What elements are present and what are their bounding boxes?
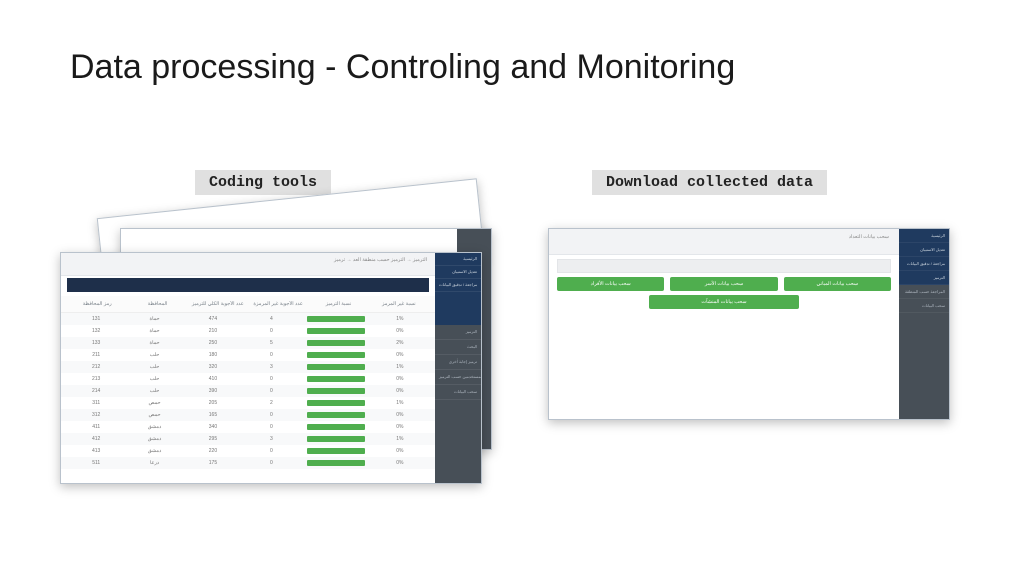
table-row: 0%0165حمص312 [61,409,435,421]
slide-title: Data processing - Controling and Monitor… [70,48,735,87]
progress-bar-cell [301,387,371,395]
coding-col-header: رمز المحافظة [67,301,127,307]
coding-panel: الرئيسيةتعديل الاستبيانمراجعة / تدقيق ال… [60,252,482,484]
progress-bar-cell [301,327,371,335]
table-row: 0%0410حلب213 [61,373,435,385]
coding-side-top-item[interactable]: تعديل الاستبيان [435,266,481,279]
label-coding-tools: Coding tools [195,170,331,195]
table-row: 1%4474حماة131 [61,313,435,325]
table-row: 1%3320حلب212 [61,361,435,373]
download-side-top-item[interactable]: الترميز [899,271,949,285]
coding-breadcrumb: الترميز → الترميز حسب منطقة العد → ترميز [61,253,435,276]
download-side-mid-item[interactable]: المراجعة حسب المنطقة [899,285,949,299]
download-buttons-row1: سحب بيانات الأفراد سحب بيانات الأسر سحب بي… [557,277,891,291]
progress-bar-cell [301,447,371,455]
progress-bar-cell [301,315,371,323]
coding-col-header: نسبة غير المرمز [369,301,429,307]
progress-bar-cell [301,459,371,467]
table-row: 0%0180حلب211 [61,349,435,361]
coding-col-header: عدد الأجوبة الكلي للترميز [188,301,248,307]
coding-col-header: المحافظة [127,301,187,307]
coding-side-top-item[interactable]: مراجعة / تدقيق البيانات [435,279,481,292]
download-button[interactable]: سحب بيانات الأفراد [557,277,664,291]
coding-title-bar [67,278,429,292]
download-sidebar: الرئيسيةتعديل الاستبيانمراجعة / تدقيق ال… [899,229,949,419]
label-download-data: Download collected data [592,170,827,195]
progress-bar-cell [301,435,371,443]
coding-side-mid-item[interactable]: البحث [435,340,481,355]
download-button[interactable]: سحب بيانات المباني [784,277,891,291]
coding-side-top-item[interactable]: الرئيسية [435,253,481,266]
coding-table-header: نسبة غير المرمزنسبة الترميزعدد الأجوبة غ… [61,296,435,313]
table-row: 0%0390حلب214 [61,385,435,397]
coding-table-rows: 1%4474حماة1310%0210حماة1322%5250حماة1330… [61,313,435,483]
download-panel: الرئيسيةتعديل الاستبيانمراجعة / تدقيق ال… [548,228,950,420]
download-button[interactable]: سحب بيانات المنشآت [649,295,799,309]
progress-bar-cell [301,363,371,371]
table-row: 0%0210حماة132 [61,325,435,337]
download-side-top-item[interactable]: الرئيسية [899,229,949,243]
table-row: 2%5250حماة133 [61,337,435,349]
table-row: 0%0220دمشق413 [61,445,435,457]
table-row: 0%0340دمشق411 [61,421,435,433]
download-side-top-item[interactable]: مراجعة / تدقيق البيانات [899,257,949,271]
progress-bar-cell [301,411,371,419]
coding-side-mid-item[interactable]: الترميز [435,325,481,340]
download-side-mid-item[interactable]: سحب البيانات [899,299,949,313]
coding-col-header: عدد الأجوبة غير المرمزة [248,301,308,307]
download-panel-body: سحب بيانات التعداد سحب بيانات الأفرادسحب… [549,229,899,419]
progress-bar-cell [301,399,371,407]
coding-side-mid-item[interactable]: سحب البيانات [435,385,481,400]
progress-bar-cell [301,351,371,359]
progress-bar-cell [301,423,371,431]
coding-sidebar: الرئيسيةتعديل الاستبيانمراجعة / تدقيق ال… [435,253,481,483]
progress-bar-cell [301,375,371,383]
coding-side-mid-item[interactable]: إدارة المستخدمين حسب الترميز [435,370,481,385]
table-row: 0%0175درعا511 [61,457,435,469]
download-filter-strip [557,259,891,273]
coding-side-mid-item[interactable]: ترميز إجابة أخرى [435,355,481,370]
download-button[interactable]: سحب بيانات الأسر [670,277,777,291]
progress-bar-cell [301,339,371,347]
download-side-top-item[interactable]: تعديل الاستبيان [899,243,949,257]
table-row: 1%2205حمص311 [61,397,435,409]
download-buttons-row2: سحب بيانات المنشآت [557,295,891,309]
coding-col-header: نسبة الترميز [308,301,368,307]
table-row: 1%3295دمشق412 [61,433,435,445]
coding-panel-body: الترميز → الترميز حسب منطقة العد → ترميز… [61,253,435,483]
download-header: سحب بيانات التعداد [549,229,899,255]
